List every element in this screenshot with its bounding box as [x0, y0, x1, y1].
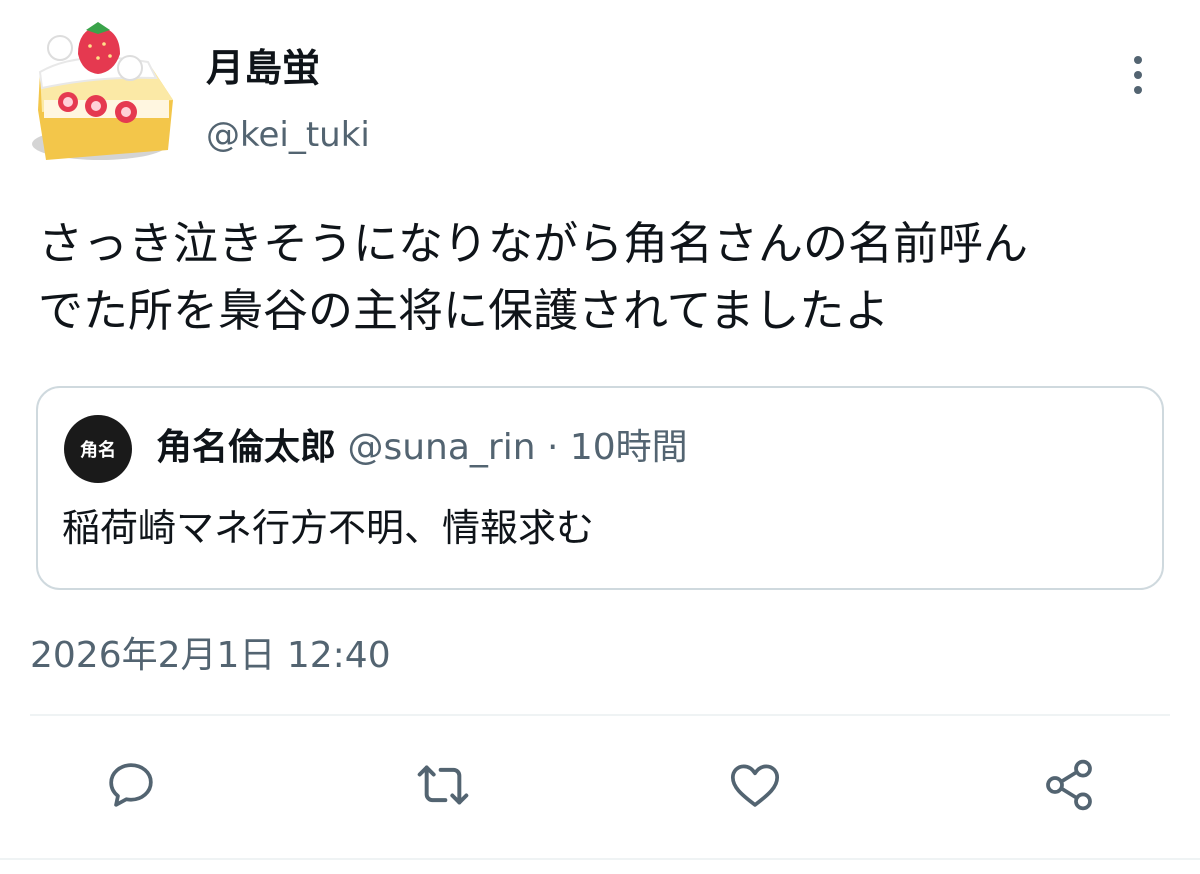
actions-top-divider: [30, 714, 1170, 716]
heart-icon: [730, 764, 780, 807]
more-options-button[interactable]: [1120, 50, 1156, 100]
author-handle[interactable]: @kei_tuki: [206, 110, 370, 160]
quote-header: 角名倫太郎 @suna_rin · 10時間: [156, 422, 688, 474]
quoted-tweet-card[interactable]: 角名 角名倫太郎 @suna_rin · 10時間 稲荷崎マネ行方不明、情報求む: [36, 386, 1164, 590]
share-button[interactable]: [1036, 752, 1102, 818]
strawberry-shortcake-icon: [32, 22, 173, 160]
retweet-button[interactable]: [410, 752, 476, 818]
retweet-icon: [417, 765, 469, 805]
author-display-name[interactable]: 月島蛍: [206, 40, 320, 96]
bottom-divider: [0, 858, 1200, 860]
quote-author-meta: @suna_rin · 10時間: [347, 427, 688, 468]
share-icon: [1046, 759, 1092, 811]
quote-author-avatar[interactable]: 角名: [64, 415, 132, 483]
like-button[interactable]: [722, 752, 788, 818]
author-avatar[interactable]: [28, 20, 178, 170]
quote-text: 稲荷崎マネ行方不明、情報求む: [62, 506, 595, 550]
reply-button[interactable]: [98, 752, 164, 818]
comment-icon: [109, 763, 153, 807]
tweet-timestamp[interactable]: 2026年2月1日 12:40: [30, 630, 391, 682]
more-vertical-icon: [1134, 56, 1142, 64]
tweet-text: さっき泣きそうになりながら角名さんの名前呼ん でた所を梟谷の主将に保護されてまし…: [38, 217, 1029, 337]
quote-author-name: 角名倫太郎: [156, 427, 337, 468]
